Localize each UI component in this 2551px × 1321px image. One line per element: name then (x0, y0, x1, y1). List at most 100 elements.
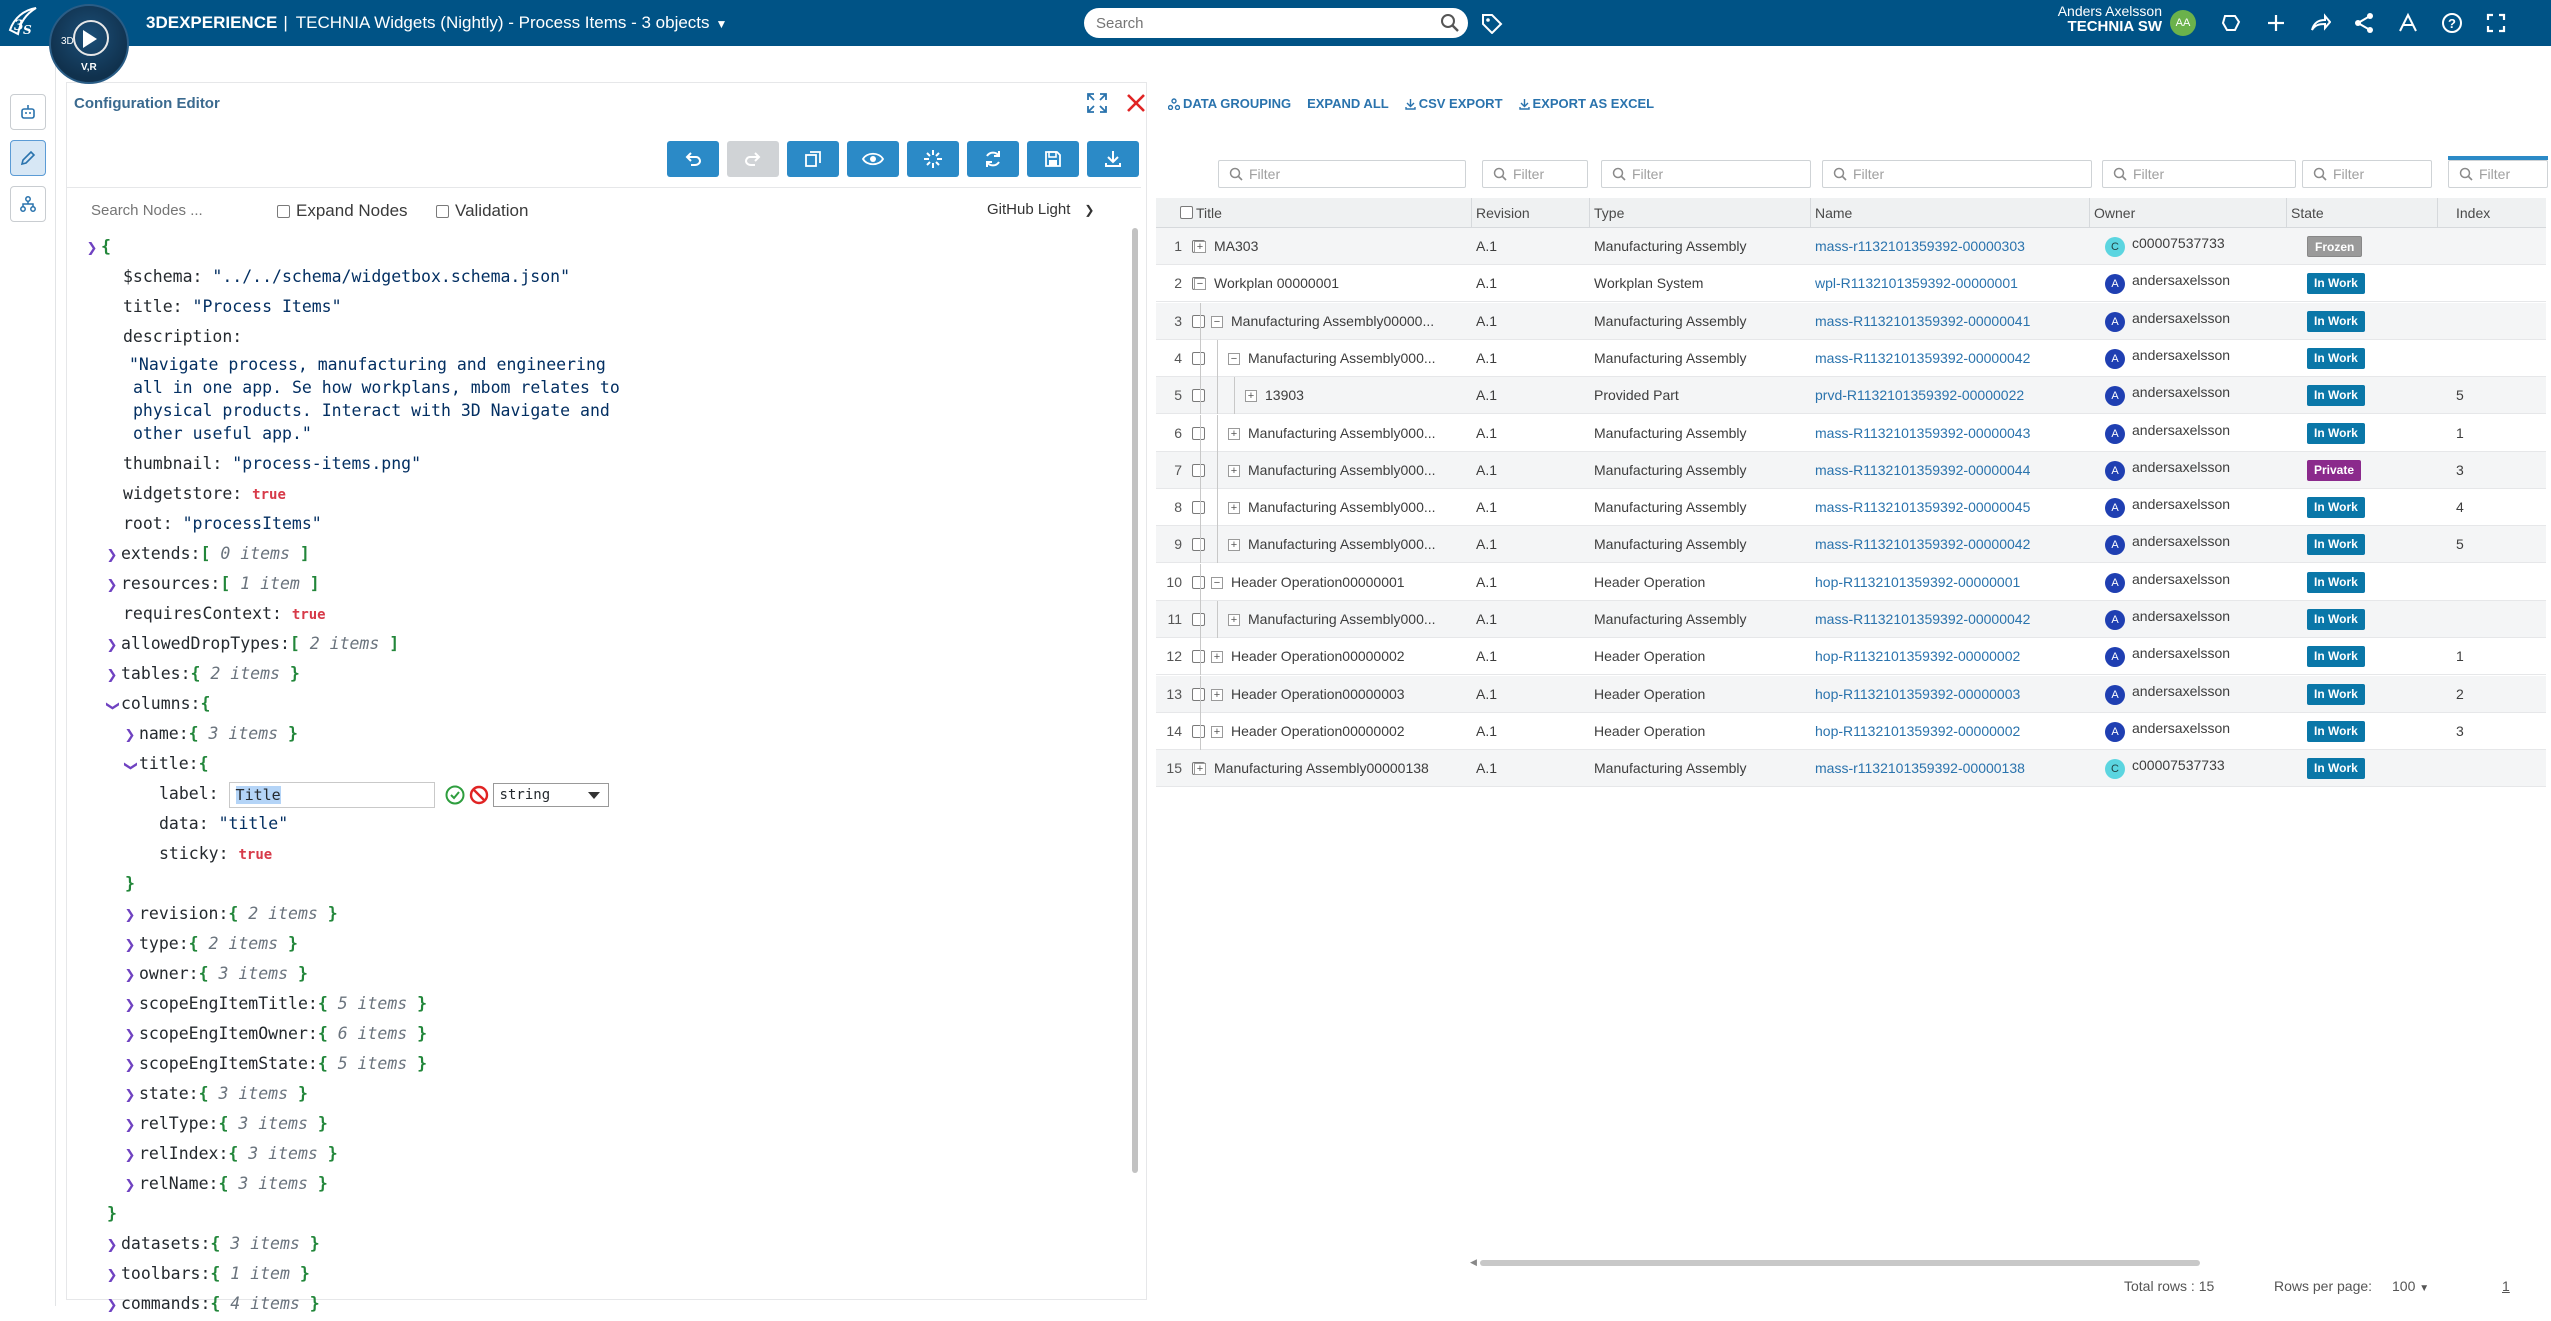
column-header-index[interactable]: Index (2452, 198, 2546, 228)
csv-export-button[interactable]: CSV EXPORT (1405, 96, 1503, 111)
cell-name-link[interactable]: prvd-R1132101359392-00000022 (1815, 377, 2087, 414)
copy-button[interactable] (787, 141, 839, 177)
cell-name-link[interactable]: mass-R1132101359392-00000044 (1815, 452, 2087, 489)
cell-name-link[interactable]: hop-R1132101359392-00000001 (1815, 564, 2087, 601)
network-share-icon[interactable] (2342, 10, 2386, 36)
code-line[interactable]: ❯ datasets:{ 3 items } (105, 1229, 320, 1259)
row-checkbox[interactable] (1192, 724, 1205, 738)
cell-name-link[interactable]: mass-r1132101359392-00000303 (1815, 228, 2087, 265)
tree-toggle-icon[interactable]: + (1228, 464, 1240, 477)
undo-button[interactable] (667, 141, 719, 177)
filter-name[interactable]: Filter (1822, 160, 2092, 188)
chat-icon[interactable] (2210, 10, 2254, 36)
label-edit-input[interactable]: Title (228, 781, 435, 808)
code-line[interactable]: ❯ scopeEngItemTitle:{ 5 items } (123, 989, 428, 1019)
row-checkbox[interactable] (1192, 687, 1205, 701)
chevron-down-icon[interactable]: ▼ (716, 17, 728, 31)
cell-name-link[interactable]: hop-R1132101359392-00000002 (1815, 713, 2087, 750)
column-header-owner[interactable]: Owner (2090, 198, 2287, 228)
code-line[interactable]: ❯ scopeEngItemState:{ 5 items } (123, 1049, 428, 1079)
user-avatar[interactable]: AA (2170, 10, 2196, 36)
help-icon[interactable]: ? (2430, 10, 2474, 36)
tree-toggle-icon[interactable]: + (1245, 390, 1257, 403)
code-line[interactable]: ❯ relIndex:{ 3 items } (123, 1139, 338, 1169)
tree-toggle-icon[interactable]: + (1194, 241, 1206, 253)
code-line[interactable]: ❯ toolbars:{ 1 item } (105, 1259, 310, 1289)
download-button[interactable] (1087, 141, 1139, 177)
app-brand[interactable]: 3DEXPERIENCE | TECHNIA Widgets (Nightly) -… (146, 13, 727, 33)
format-button[interactable] (907, 141, 959, 177)
tree-toggle-icon[interactable]: + (1211, 651, 1223, 664)
filter-revision[interactable]: Filter (1482, 160, 1588, 188)
row-checkbox[interactable] (1192, 538, 1205, 552)
data-grouping-button[interactable]: DATA GROUPING (1168, 96, 1291, 111)
table-row[interactable]: 7 + Manufacturing Assembly000... A.1 Manufac… (1156, 451, 2546, 489)
compass-widget[interactable]: 3D V,R (49, 4, 129, 84)
tree-toggle-icon[interactable]: + (1228, 539, 1240, 552)
add-icon[interactable] (2254, 10, 2298, 36)
column-header-type[interactable]: Type (1590, 198, 1811, 228)
tree-toggle-icon[interactable]: + (1228, 502, 1240, 515)
row-checkbox[interactable] (1192, 575, 1205, 589)
column-header-title[interactable]: Title (1192, 198, 1472, 228)
search-icon[interactable] (1440, 13, 1460, 33)
filter-type[interactable]: Filter (1601, 160, 1811, 188)
table-row[interactable]: 13 + Header Operation00000003 A.1 Header Ope… (1156, 675, 2546, 713)
row-checkbox[interactable] (1192, 314, 1205, 328)
row-checkbox[interactable] (1192, 389, 1205, 403)
tree-toggle-icon[interactable]: + (1211, 688, 1223, 701)
table-row[interactable]: 1 + MA303 A.1 Manufacturing Assembly mass-r11… (1156, 228, 2546, 265)
tree-toggle-icon[interactable]: + (1228, 427, 1240, 440)
robot-button[interactable] (10, 94, 46, 130)
filter-owner[interactable]: Filter (2102, 160, 2296, 188)
json-editor[interactable]: Expand Nodes Validation GitHub Light ❯ ❯{… (67, 187, 1141, 1313)
code-line[interactable]: ❯ owner:{ 3 items } (123, 959, 308, 989)
code-line[interactable]: ❯ state:{ 3 items } (123, 1079, 308, 1109)
table-row[interactable]: 6 + Manufacturing Assembly000... A.1 Manufac… (1156, 414, 2546, 452)
code-line[interactable]: ❯ type:{ 2 items } (123, 929, 298, 959)
filter-state[interactable]: Filter (2302, 160, 2432, 188)
horizontal-scrollbar[interactable] (1480, 1260, 2200, 1266)
page-number[interactable]: 1 (2502, 1278, 2510, 1294)
code-line[interactable]: ❯ revision:{ 2 items } (123, 899, 338, 929)
collapse-toggle-icon[interactable]: ❯ (85, 234, 99, 264)
table-row[interactable]: 15 + Manufacturing Assembly00000138 A.1 Manu… (1156, 750, 2546, 788)
search-nodes-input[interactable] (91, 198, 251, 222)
table-row[interactable]: 14 + Header Operation00000002 A.1 Header Ope… (1156, 712, 2546, 750)
rows-per-page-select[interactable]: 100 ▼ (2392, 1278, 2429, 1294)
cell-name-link[interactable]: mass-R1132101359392-00000042 (1815, 601, 2087, 638)
cell-name-link[interactable]: mass-R1132101359392-00000045 (1815, 489, 2087, 526)
edit-config-button[interactable] (10, 140, 46, 176)
expand-all-button[interactable]: EXPAND ALL (1307, 96, 1389, 111)
table-row[interactable]: 3 − Manufacturing Assembly00000... A.1 Manuf… (1156, 302, 2546, 340)
cell-name-link[interactable]: mass-R1132101359392-00000042 (1815, 340, 2087, 377)
table-row[interactable]: 2− Workplan 00000001 A.1 Workplan System wpl… (1156, 265, 2546, 303)
row-checkbox[interactable] (1192, 463, 1205, 477)
redo-button[interactable] (727, 141, 779, 177)
table-row[interactable]: 11 + Manufacturing Assembly000... A.1 Manufa… (1156, 601, 2546, 638)
row-checkbox[interactable] (1192, 650, 1205, 664)
close-icon[interactable] (1124, 91, 1148, 115)
code-line[interactable]: ❯ resources:[ 1 item ] (105, 569, 320, 599)
code-line[interactable]: ❯ relType:{ 3 items } (123, 1109, 328, 1139)
cancel-edit-icon[interactable] (469, 785, 489, 805)
tree-toggle-icon[interactable]: + (1194, 763, 1206, 776)
tree-toggle-icon[interactable]: − (1211, 315, 1223, 328)
share-arrow-icon[interactable] (2298, 10, 2342, 36)
table-row[interactable]: 5 +13903 A.1 Provided Part prvd-R11321013593… (1156, 377, 2546, 415)
cell-name-link[interactable]: wpl-R1132101359392-00000001 (1815, 265, 2087, 302)
tree-toggle-icon[interactable]: − (1211, 576, 1223, 589)
column-header-revision[interactable]: Revision (1472, 198, 1590, 228)
code-line[interactable]: ❯ extends:[ 0 items ] (105, 539, 310, 569)
apps-launcher-icon[interactable] (2386, 10, 2430, 36)
row-checkbox[interactable] (1192, 351, 1205, 365)
structure-button[interactable] (10, 186, 46, 222)
cell-name-link[interactable]: mass-R1132101359392-00000042 (1815, 526, 2087, 563)
checkbox-box[interactable] (277, 204, 290, 218)
user-info[interactable]: Anders Axelsson TECHNIA SW (2040, 3, 2162, 36)
tree-toggle-icon[interactable]: + (1211, 725, 1223, 738)
expand-nodes-checkbox[interactable]: Expand Nodes (277, 201, 408, 221)
row-checkbox[interactable] (1192, 501, 1205, 515)
confirm-check-icon[interactable] (445, 785, 465, 805)
table-row[interactable]: 9 + Manufacturing Assembly000... A.1 Manufac… (1156, 526, 2546, 564)
